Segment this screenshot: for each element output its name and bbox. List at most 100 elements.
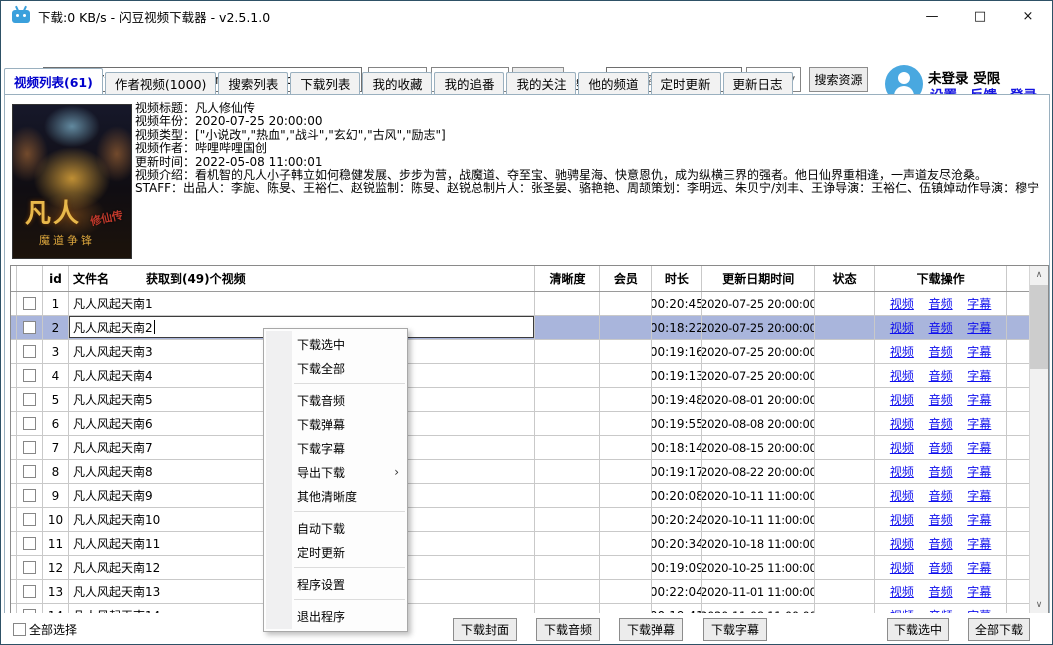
- tab-9[interactable]: 定时更新: [651, 72, 721, 94]
- video-link[interactable]: 视频: [890, 559, 914, 576]
- tab-2[interactable]: 作者视频(1000): [105, 72, 217, 94]
- table-row[interactable]: 12凡人风起天南1200:19:092020-10-25 11:00:00视频音…: [11, 556, 1029, 580]
- minimize-button[interactable]: —: [908, 1, 956, 31]
- video-link[interactable]: 视频: [890, 463, 914, 480]
- video-link[interactable]: 视频: [890, 319, 914, 336]
- download-selected-button[interactable]: 下载选中: [887, 618, 949, 641]
- table-row[interactable]: 5凡人风起天南500:19:482020-08-01 20:00:00视频音频字…: [11, 388, 1029, 412]
- table-row[interactable]: 3凡人风起天南300:19:162020-07-25 20:00:00视频音频字…: [11, 340, 1029, 364]
- subtitle-link[interactable]: 字幕: [967, 391, 991, 408]
- download-all-button[interactable]: 全部下载: [968, 618, 1030, 641]
- menu-item-15[interactable]: 退出程序: [264, 604, 407, 628]
- subtitle-link[interactable]: 字幕: [967, 535, 991, 552]
- subtitle-link[interactable]: 字幕: [967, 439, 991, 456]
- menu-item-6[interactable]: 下载字幕: [264, 436, 407, 460]
- table-row[interactable]: 2凡人风起天南200:18:222020-07-25 20:00:00视频音频字…: [11, 316, 1029, 340]
- audio-link[interactable]: 音频: [929, 583, 953, 600]
- row-checkbox[interactable]: [23, 345, 36, 358]
- audio-link[interactable]: 音频: [929, 367, 953, 384]
- close-button[interactable]: ×: [1004, 1, 1052, 31]
- row-checkbox[interactable]: [23, 585, 36, 598]
- audio-link[interactable]: 音频: [929, 559, 953, 576]
- audio-link[interactable]: 音频: [929, 535, 953, 552]
- menu-item-2[interactable]: 下载全部: [264, 356, 407, 380]
- audio-link[interactable]: 音频: [929, 487, 953, 504]
- audio-link[interactable]: 音频: [929, 511, 953, 528]
- subtitle-link[interactable]: 字幕: [967, 559, 991, 576]
- vertical-scrollbar[interactable]: ∧ ∨: [1029, 266, 1048, 613]
- menu-item-7[interactable]: 导出下载›: [264, 460, 407, 484]
- table-row[interactable]: 7凡人风起天南700:18:142020-08-15 20:00:00视频音频字…: [11, 436, 1029, 460]
- row-checkbox[interactable]: [23, 321, 36, 334]
- select-all-checkbox[interactable]: [13, 623, 26, 636]
- table-row[interactable]: 1凡人风起天南100:20:452020-07-25 20:00:00视频音频字…: [11, 292, 1029, 316]
- table-row[interactable]: 11凡人风起天南1100:20:342020-10-18 11:00:00视频音…: [11, 532, 1029, 556]
- tab-7[interactable]: 我的关注: [506, 72, 576, 94]
- scroll-down-icon[interactable]: ∨: [1030, 596, 1048, 613]
- menu-item-5[interactable]: 下载弹幕: [264, 412, 407, 436]
- scroll-up-icon[interactable]: ∧: [1030, 266, 1048, 283]
- audio-link[interactable]: 音频: [929, 295, 953, 312]
- video-link[interactable]: 视频: [890, 535, 914, 552]
- video-link[interactable]: 视频: [890, 391, 914, 408]
- search-button[interactable]: 搜索资源: [809, 67, 868, 92]
- subtitle-link[interactable]: 字幕: [967, 367, 991, 384]
- tab-5[interactable]: 我的收藏: [362, 72, 432, 94]
- audio-link[interactable]: 音频: [929, 343, 953, 360]
- tab-6[interactable]: 我的追番: [434, 72, 504, 94]
- row-checkbox[interactable]: [23, 561, 36, 574]
- audio-link[interactable]: 音频: [929, 439, 953, 456]
- video-link[interactable]: 视频: [890, 439, 914, 456]
- download-danmaku-button[interactable]: 下载弹幕: [619, 618, 683, 641]
- row-checkbox[interactable]: [23, 417, 36, 430]
- tab-10[interactable]: 更新日志: [723, 72, 793, 94]
- table-row[interactable]: 8凡人风起天南800:19:172020-08-22 20:00:00视频音频字…: [11, 460, 1029, 484]
- row-checkbox[interactable]: [23, 297, 36, 310]
- menu-item-8[interactable]: 其他清晰度: [264, 484, 407, 508]
- download-audio-button[interactable]: 下载音频: [536, 618, 600, 641]
- row-checkbox[interactable]: [23, 369, 36, 382]
- subtitle-link[interactable]: 字幕: [967, 511, 991, 528]
- scrollbar-thumb[interactable]: [1030, 285, 1048, 369]
- row-checkbox[interactable]: [23, 441, 36, 454]
- subtitle-link[interactable]: 字幕: [967, 415, 991, 432]
- video-link[interactable]: 视频: [890, 415, 914, 432]
- video-link[interactable]: 视频: [890, 343, 914, 360]
- audio-link[interactable]: 音频: [929, 415, 953, 432]
- row-checkbox[interactable]: [23, 537, 36, 550]
- subtitle-link[interactable]: 字幕: [967, 319, 991, 336]
- download-cover-button[interactable]: 下载封面: [453, 618, 517, 641]
- audio-link[interactable]: 音频: [929, 463, 953, 480]
- table-row[interactable]: 10凡人风起天南1000:20:242020-10-11 11:00:00视频音…: [11, 508, 1029, 532]
- video-link[interactable]: 视频: [890, 367, 914, 384]
- audio-link[interactable]: 音频: [929, 319, 953, 336]
- row-checkbox[interactable]: [23, 465, 36, 478]
- tab-8[interactable]: 他的频道: [578, 72, 648, 94]
- audio-link[interactable]: 音频: [929, 391, 953, 408]
- table-row[interactable]: 4凡人风起天南400:19:132020-07-25 20:00:00视频音频字…: [11, 364, 1029, 388]
- video-link[interactable]: 视频: [890, 295, 914, 312]
- table-row[interactable]: 9凡人风起天南900:20:082020-10-11 11:00:00视频音频字…: [11, 484, 1029, 508]
- maximize-button[interactable]: □: [956, 1, 1004, 31]
- tab-3[interactable]: 搜索列表: [218, 72, 288, 94]
- subtitle-link[interactable]: 字幕: [967, 343, 991, 360]
- row-checkbox[interactable]: [23, 513, 36, 526]
- download-subtitle-button[interactable]: 下载字幕: [703, 618, 767, 641]
- table-row[interactable]: 14凡人风起天南1400:19:412020-11-08 11:00:00视频音…: [11, 604, 1029, 613]
- subtitle-link[interactable]: 字幕: [967, 487, 991, 504]
- row-checkbox[interactable]: [23, 393, 36, 406]
- menu-item-1[interactable]: 下载选中: [264, 332, 407, 356]
- table-row[interactable]: 13凡人风起天南1300:22:042020-11-01 11:00:00视频音…: [11, 580, 1029, 604]
- tab-4[interactable]: 下载列表: [290, 72, 360, 94]
- video-link[interactable]: 视频: [890, 511, 914, 528]
- menu-item-4[interactable]: 下载音频: [264, 388, 407, 412]
- subtitle-link[interactable]: 字幕: [967, 463, 991, 480]
- menu-item-13[interactable]: 程序设置: [264, 572, 407, 596]
- table-row[interactable]: 6凡人风起天南600:19:552020-08-08 20:00:00视频音频字…: [11, 412, 1029, 436]
- menu-item-10[interactable]: 自动下载: [264, 516, 407, 540]
- subtitle-link[interactable]: 字幕: [967, 583, 991, 600]
- video-link[interactable]: 视频: [890, 583, 914, 600]
- video-link[interactable]: 视频: [890, 487, 914, 504]
- menu-item-11[interactable]: 定时更新: [264, 540, 407, 564]
- subtitle-link[interactable]: 字幕: [967, 295, 991, 312]
